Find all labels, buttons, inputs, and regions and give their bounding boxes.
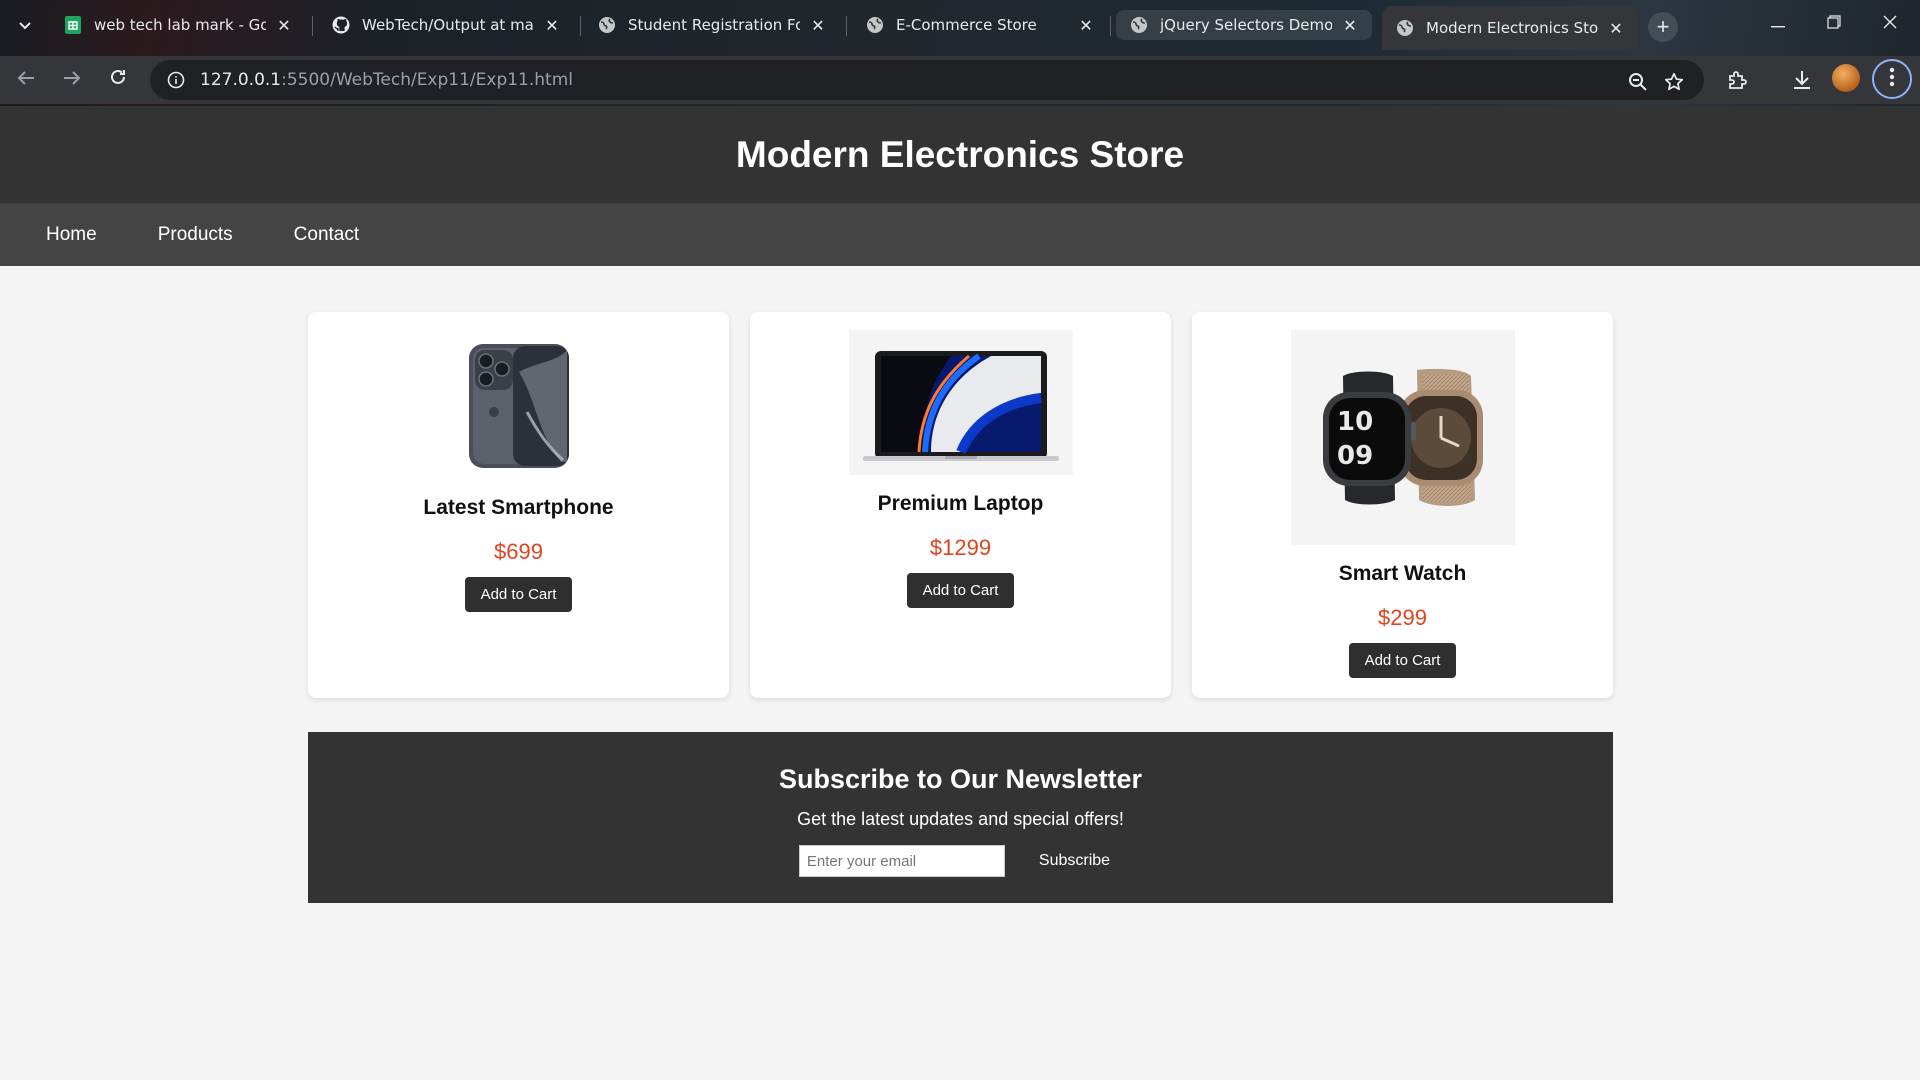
minimize-icon [1771, 15, 1785, 33]
browser-toolbar: 127.0.0.1:5500/WebTech/Exp11/Exp11.html [0, 56, 1920, 104]
product-card: Premium Laptop $1299 Add to Cart [750, 312, 1171, 698]
tab-title: Modern Electronics Store [1426, 19, 1598, 37]
tab-search-button[interactable] [12, 12, 38, 38]
tab-github-webtech[interactable]: WebTech/Output at main · ✕ [318, 8, 574, 42]
add-to-cart-button[interactable]: Add to Cart [1348, 643, 1457, 678]
tab-jquery-selectors[interactable]: jQuery Selectors Demo - Ti ✕ [1116, 10, 1372, 40]
reload-icon [109, 68, 127, 92]
tab-ecommerce-store[interactable]: E-Commerce Store ✕ [852, 8, 1108, 42]
globe-icon [1396, 19, 1414, 37]
google-sheets-icon [64, 16, 82, 34]
download-icon[interactable] [1786, 64, 1818, 96]
product-price: $299 [1378, 605, 1427, 630]
browser-chrome: web tech lab mark - Googl ✕ WebTech/Outp… [0, 0, 1920, 106]
smartwatch-image: 10 09 [1290, 330, 1515, 545]
tab-title: WebTech/Output at main · [362, 16, 534, 34]
tab-student-registration[interactable]: Student Registration Form ✕ [584, 8, 840, 42]
back-button[interactable] [10, 64, 42, 96]
url-text: 127.0.0.1:5500/WebTech/Exp11/Exp11.html [200, 70, 573, 90]
close-icon[interactable]: ✕ [274, 15, 294, 35]
more-vertical-icon [1889, 67, 1895, 92]
globe-icon [1130, 16, 1148, 34]
tab-title: web tech lab mark - Googl [94, 16, 266, 34]
url-path: :5500/WebTech/Exp11/Exp11.html [281, 70, 573, 90]
product-card: 10 09 Smart Watch $299 Add to Cart [1192, 312, 1613, 698]
close-icon[interactable]: ✕ [808, 15, 828, 35]
new-tab-button[interactable]: + [1648, 12, 1678, 42]
site-nav: Home Products Contact [0, 203, 1920, 266]
info-icon[interactable] [162, 66, 190, 94]
restore-icon [1827, 14, 1841, 34]
newsletter-text: Get the latest updates and special offer… [797, 809, 1124, 829]
browser-menu-button[interactable] [1872, 59, 1912, 99]
extensions-icon[interactable] [1722, 64, 1754, 96]
close-icon[interactable]: ✕ [542, 15, 562, 35]
site-header: Modern Electronics Store [0, 106, 1920, 203]
product-price: $699 [494, 539, 543, 564]
reload-button[interactable] [102, 64, 134, 96]
avatar[interactable] [1832, 64, 1860, 92]
tab-title: jQuery Selectors Demo - Ti [1160, 16, 1332, 34]
product-price: $1299 [929, 535, 992, 560]
email-field[interactable] [798, 845, 1005, 877]
newsletter-form: Subscribe [308, 844, 1613, 878]
nav-link-contact[interactable]: Contact [294, 224, 359, 246]
tab-title: Student Registration Form [628, 16, 800, 34]
zoom-icon[interactable] [1624, 68, 1652, 96]
tab-title: E-Commerce Store [896, 16, 1037, 34]
product-card: Latest Smartphone $699 Add to Cart [308, 312, 729, 698]
product-grid: Latest Smartphone $699 Add to Cart Premi… [308, 312, 1613, 698]
newsletter-section: Subscribe to Our Newsletter Get the late… [308, 732, 1613, 903]
bookmark-star-icon[interactable] [1660, 68, 1688, 96]
tab-web-tech-lab-mark[interactable]: web tech lab mark - Googl ✕ [50, 8, 306, 42]
add-to-cart-button[interactable]: Add to Cart [906, 573, 1015, 608]
close-icon[interactable]: ✕ [1076, 15, 1096, 35]
smartphone-image [459, 336, 579, 476]
product-name: Smart Watch [1338, 562, 1467, 585]
close-icon [1883, 15, 1897, 34]
github-icon [332, 16, 350, 34]
add-to-cart-button[interactable]: Add to Cart [464, 577, 573, 612]
address-bar[interactable]: 127.0.0.1:5500/WebTech/Exp11/Exp11.html [150, 60, 1704, 100]
product-name: Premium Laptop [877, 492, 1044, 515]
tab-modern-electronics-store[interactable]: Modern Electronics Store ✕ [1382, 6, 1638, 50]
close-icon[interactable]: ✕ [1340, 15, 1360, 35]
url-host: 127.0.0.1 [200, 70, 282, 90]
minimize-button[interactable] [1750, 0, 1806, 48]
page-viewport: Modern Electronics Store Home Products C… [0, 106, 1920, 1080]
svg-text:09: 09 [1337, 441, 1373, 471]
forward-button[interactable] [56, 64, 88, 96]
tab-strip: web tech lab mark - Googl ✕ WebTech/Outp… [0, 0, 1920, 50]
chevron-down-icon [19, 17, 31, 33]
restore-button[interactable] [1806, 0, 1862, 48]
svg-text:10: 10 [1337, 407, 1373, 437]
nav-link-products[interactable]: Products [158, 224, 233, 246]
laptop-image [848, 330, 1073, 475]
newsletter-heading: Subscribe to Our Newsletter [778, 764, 1143, 794]
close-icon[interactable]: ✕ [1606, 18, 1626, 38]
arrow-left-icon [17, 69, 35, 92]
subscribe-button[interactable]: Subscribe [1026, 844, 1123, 878]
product-name: Latest Smartphone [423, 496, 614, 519]
page-title: Modern Electronics Store [735, 133, 1185, 175]
globe-icon [866, 16, 884, 34]
globe-icon [598, 16, 616, 34]
close-window-button[interactable] [1862, 0, 1918, 48]
arrow-right-icon [63, 69, 81, 92]
plus-icon: + [1656, 14, 1670, 39]
nav-link-home[interactable]: Home [46, 224, 97, 246]
